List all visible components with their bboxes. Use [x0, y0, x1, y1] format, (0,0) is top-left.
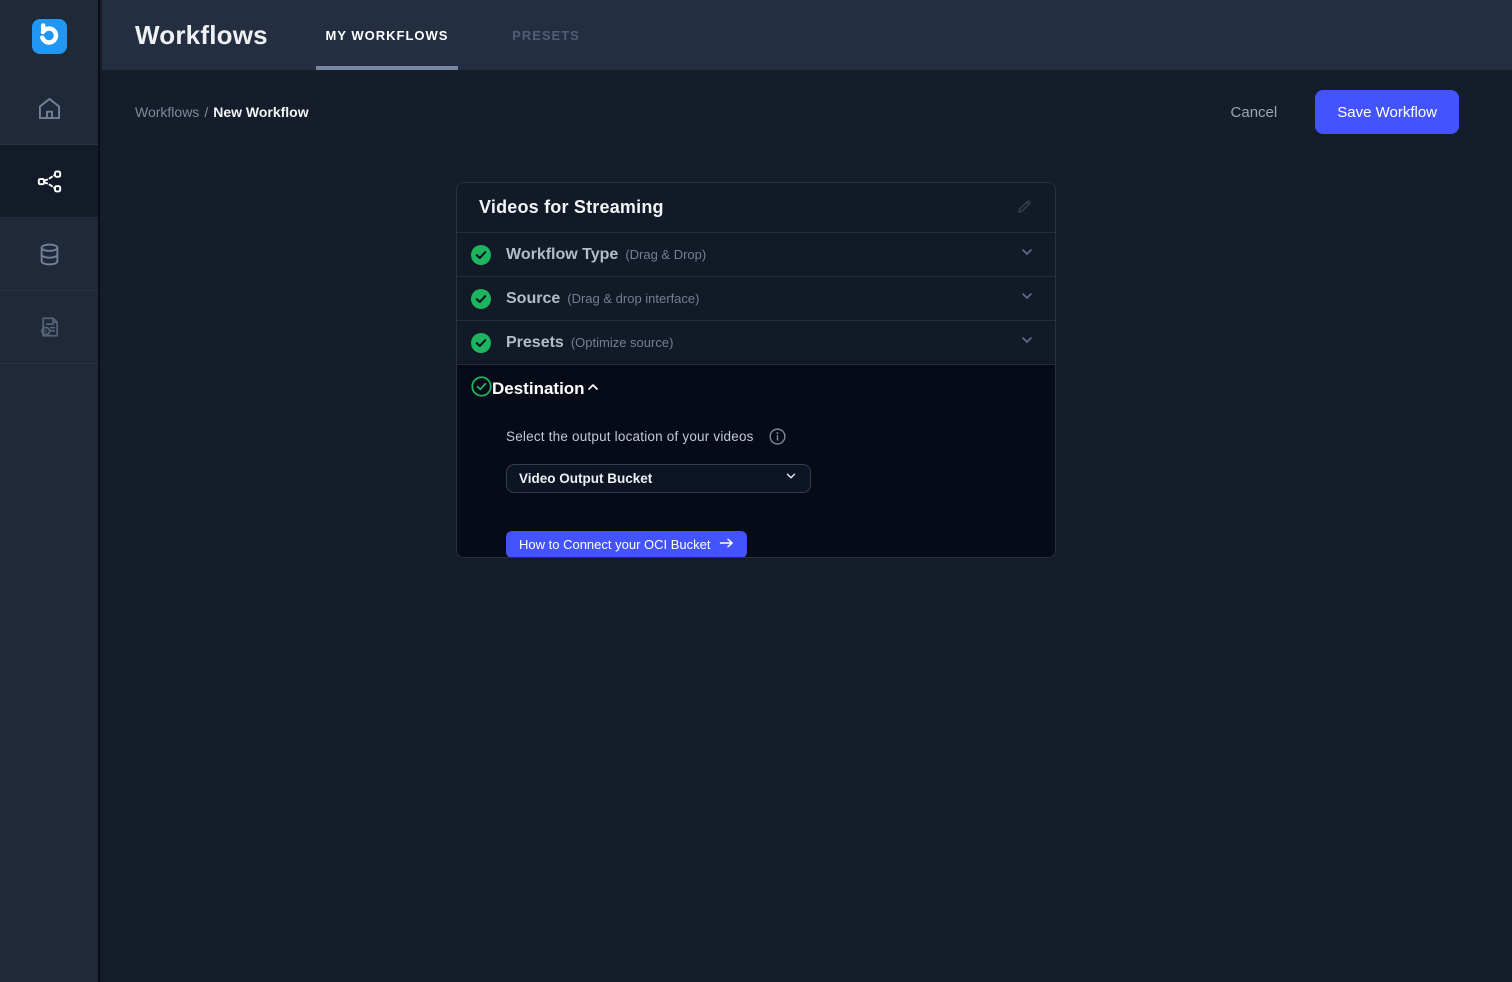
section-sublabel: (Drag & drop interface)	[567, 291, 699, 306]
connect-oci-bucket-label: How to Connect your OCI Bucket	[519, 537, 710, 552]
sidebar-item-billing[interactable]: $	[0, 291, 98, 364]
destination-body: Select the output location of your video…	[457, 413, 1055, 558]
tab-label: MY WORKFLOWS	[326, 28, 449, 43]
tab-presets[interactable]: PRESETS	[472, 0, 620, 70]
brand-logo-icon	[38, 22, 60, 51]
cancel-button[interactable]: Cancel	[1231, 104, 1278, 121]
header-bar: Workflows MY WORKFLOWS PRESETS	[102, 0, 1512, 70]
toolbar-actions: Cancel Save Workflow	[1231, 90, 1459, 134]
workflow-card: Videos for Streaming Workflow Type (Dr	[456, 182, 1056, 558]
workflow-name: Videos for Streaming	[479, 197, 664, 218]
pencil-icon	[1016, 198, 1033, 218]
sidebar-item-workflows[interactable]	[0, 145, 98, 218]
chevron-up-icon	[585, 379, 601, 400]
save-workflow-button[interactable]: Save Workflow	[1315, 90, 1459, 134]
app-window: $ Workflows MY WORKFLOWS PRESETS Workflo…	[0, 0, 1512, 982]
connect-oci-bucket-button[interactable]: How to Connect your OCI Bucket	[506, 531, 747, 558]
section-label: Workflow Type	[506, 246, 618, 264]
breadcrumb-parent[interactable]: Workflows	[135, 104, 199, 120]
chevron-down-icon	[1019, 244, 1035, 265]
info-icon[interactable]	[768, 427, 787, 446]
section-label: Presets	[506, 334, 564, 352]
tab-my-workflows[interactable]: MY WORKFLOWS	[316, 0, 458, 70]
billing-invoice-icon: $	[35, 313, 63, 341]
arrow-right-icon	[719, 537, 734, 552]
tab-label: PRESETS	[512, 28, 580, 43]
chevron-down-icon	[1019, 332, 1035, 353]
output-bucket-dropdown-value: Video Output Bucket	[519, 471, 652, 486]
brand-logo[interactable]	[0, 0, 98, 72]
output-bucket-dropdown[interactable]: Video Output Bucket	[506, 464, 811, 493]
section-sublabel: (Optimize source)	[571, 335, 674, 350]
section-row-presets[interactable]: Presets (Optimize source)	[457, 321, 1055, 365]
sidebar-item-home[interactable]	[0, 72, 98, 145]
check-circle-filled-icon	[471, 289, 491, 309]
section-label: Source	[506, 290, 560, 308]
breadcrumb-separator: /	[204, 104, 208, 120]
edit-workflow-name-button[interactable]	[1016, 198, 1033, 218]
chevron-down-icon	[1019, 288, 1035, 309]
output-location-label: Select the output location of your video…	[506, 429, 754, 444]
section-row-destination[interactable]: Destination	[457, 365, 1055, 413]
section-row-source[interactable]: Source (Drag & drop interface)	[457, 277, 1055, 321]
check-circle-outline-icon	[471, 376, 492, 402]
section-sublabel: (Drag & Drop)	[625, 247, 706, 262]
check-circle-filled-icon	[471, 333, 491, 353]
database-icon	[36, 241, 63, 268]
workflow-split-icon	[36, 168, 63, 195]
sidebar: $	[0, 0, 100, 982]
check-circle-filled-icon	[471, 245, 491, 265]
page-title: Workflows	[135, 0, 268, 70]
chevron-down-icon	[784, 469, 798, 488]
header-tabs: MY WORKFLOWS PRESETS	[316, 0, 620, 70]
workflow-card-header: Videos for Streaming	[457, 183, 1055, 233]
section-destination: Destination Select the output location o…	[457, 365, 1055, 558]
home-icon	[36, 95, 63, 122]
section-row-workflow-type[interactable]: Workflow Type (Drag & Drop)	[457, 233, 1055, 277]
breadcrumb: Workflows / New Workflow	[135, 104, 309, 120]
section-label: Destination	[492, 379, 585, 399]
breadcrumb-current: New Workflow	[213, 104, 308, 120]
sidebar-item-storage[interactable]	[0, 218, 98, 291]
